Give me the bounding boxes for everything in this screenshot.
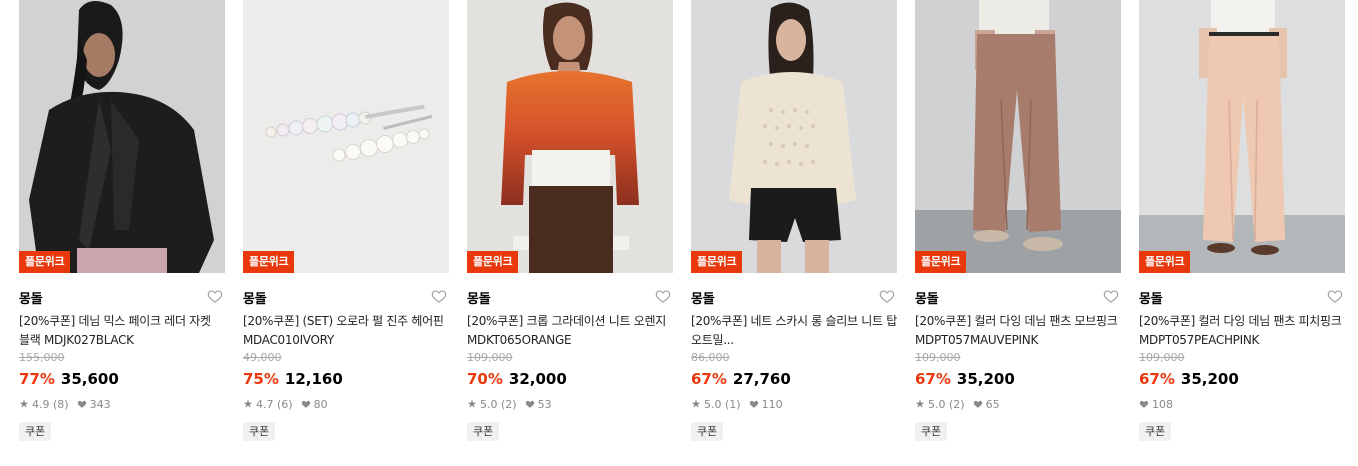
- discount-rate: 75%: [243, 370, 279, 388]
- original-price: 49,000: [243, 351, 282, 364]
- promo-badge: 폴문위크: [19, 251, 71, 273]
- like-count: 65: [985, 397, 1000, 411]
- original-price: 86,000: [691, 351, 730, 364]
- heart-outline-icon[interactable]: [879, 288, 895, 304]
- sale-price: 12,160: [284, 370, 343, 388]
- heart-filled-icon: [301, 400, 310, 408]
- product-name[interactable]: [20%쿠폰] 데님 믹스 페이크 레더 자켓 블랙 MDJK027BLACK: [19, 312, 225, 350]
- product-name[interactable]: [20%쿠폰] (SET) 오로라 펄 진주 헤어핀 MDAC010IVORY: [243, 312, 449, 350]
- brand-name[interactable]: 몽돌: [1139, 288, 1163, 307]
- like-count: 110: [761, 397, 783, 411]
- star-icon: [915, 399, 925, 408]
- brand-name[interactable]: 몽돌: [243, 288, 267, 307]
- heart-outline-icon[interactable]: [431, 288, 447, 304]
- heart-filled-icon: [77, 400, 86, 408]
- review-count: (6): [277, 397, 293, 411]
- coupon-chip: 쿠폰: [691, 422, 724, 441]
- promo-badge: 폴문위크: [467, 251, 519, 273]
- product-image[interactable]: 폴문위크: [243, 0, 449, 273]
- rating-value: 4.9: [32, 397, 50, 411]
- heart-outline-icon[interactable]: [1103, 288, 1119, 304]
- product-card[interactable]: 폴문위크 몽돌 [20%쿠폰] 네트 스카시 롱 슬리브 니트 탑 오트밀...…: [691, 0, 897, 441]
- brand-name[interactable]: 몽돌: [691, 288, 715, 307]
- coupon-chip: 쿠폰: [915, 422, 948, 441]
- review-count: (2): [949, 397, 965, 411]
- product-card[interactable]: 폴문위크 몽돌 [20%쿠폰] 크롭 그라데이션 니트 오렌지 MDKT065O…: [467, 0, 673, 441]
- star-icon: [19, 399, 29, 408]
- sale-price: 35,600: [60, 370, 119, 388]
- discount-rate: 70%: [467, 370, 503, 388]
- coupon-chip: 쿠폰: [19, 422, 52, 441]
- star-icon: [467, 399, 477, 408]
- star-icon: [243, 399, 253, 408]
- product-card[interactable]: 폴문위크 몽돌 [20%쿠폰] 데님 믹스 페이크 레더 자켓 블랙 MDJK0…: [19, 0, 225, 441]
- heart-filled-icon: [1139, 400, 1149, 408]
- promo-badge: 폴문위크: [243, 251, 295, 273]
- original-price: 109,000: [467, 351, 513, 364]
- coupon-chip: 쿠폰: [243, 422, 276, 441]
- heart-outline-icon[interactable]: [207, 288, 223, 304]
- promo-badge: 폴문위크: [1139, 251, 1191, 273]
- product-name[interactable]: [20%쿠폰] 네트 스카시 롱 슬리브 니트 탑 오트밀...: [691, 312, 897, 350]
- product-image[interactable]: 폴문위크: [19, 0, 225, 273]
- brand-name[interactable]: 몽돌: [19, 288, 43, 307]
- sale-price: 32,000: [508, 370, 567, 388]
- original-price: 109,000: [1139, 351, 1185, 364]
- product-card[interactable]: 폴문위크 몽돌 [20%쿠폰] (SET) 오로라 펄 진주 헤어핀 MDAC0…: [243, 0, 449, 441]
- sale-price: 35,200: [956, 370, 1015, 388]
- product-card[interactable]: 폴문위크 몽돌 [20%쿠폰] 컬러 다잉 데님 팬츠 모브핑크 MDPT057…: [915, 0, 1121, 441]
- sale-price: 27,760: [732, 370, 791, 388]
- sale-price: 35,200: [1180, 370, 1239, 388]
- heart-outline-icon[interactable]: [655, 288, 671, 304]
- product-name[interactable]: [20%쿠폰] 컬러 다잉 데님 팬츠 피치핑크 MDPT057PEACHPIN…: [1139, 312, 1345, 350]
- like-count: 108: [1152, 397, 1173, 411]
- brand-name[interactable]: 몽돌: [915, 288, 939, 307]
- star-icon: [691, 399, 701, 408]
- product-card[interactable]: 폴문위크 몽돌 [20%쿠폰] 컬러 다잉 데님 팬츠 피치핑크 MDPT057…: [1139, 0, 1345, 441]
- product-image[interactable]: 폴문위크: [691, 0, 897, 273]
- rating-value: 5.0: [480, 397, 498, 411]
- brand-name[interactable]: 몽돌: [467, 288, 491, 307]
- heart-filled-icon: [973, 400, 982, 408]
- discount-rate: 67%: [915, 370, 951, 388]
- review-count: (8): [53, 397, 69, 411]
- promo-badge: 폴문위크: [915, 251, 967, 273]
- heart-filled-icon: [525, 400, 534, 408]
- rating-value: 4.7: [256, 397, 274, 411]
- promo-badge: 폴문위크: [691, 251, 743, 273]
- product-image[interactable]: 폴문위크: [1139, 0, 1345, 273]
- heart-filled-icon: [749, 400, 758, 408]
- review-count: (2): [501, 397, 517, 411]
- review-count: (1): [725, 397, 741, 411]
- like-count: 80: [313, 397, 328, 411]
- coupon-chip: 쿠폰: [467, 422, 500, 441]
- discount-rate: 67%: [1139, 370, 1175, 388]
- discount-rate: 77%: [19, 370, 55, 388]
- rating-value: 5.0: [928, 397, 946, 411]
- like-count: 53: [537, 397, 552, 411]
- like-count: 343: [89, 397, 111, 411]
- original-price: 109,000: [915, 351, 961, 364]
- product-image[interactable]: 폴문위크: [915, 0, 1121, 273]
- original-price: 155,000: [19, 351, 65, 364]
- product-image[interactable]: 폴문위크: [467, 0, 673, 273]
- heart-outline-icon[interactable]: [1327, 288, 1343, 304]
- discount-rate: 67%: [691, 370, 727, 388]
- coupon-chip: 쿠폰: [1139, 422, 1172, 441]
- product-name[interactable]: [20%쿠폰] 컬러 다잉 데님 팬츠 모브핑크 MDPT057MAUVEPIN…: [915, 312, 1121, 350]
- product-name[interactable]: [20%쿠폰] 크롭 그라데이션 니트 오렌지 MDKT065ORANGE: [467, 312, 673, 350]
- product-grid: 폴문위크 몽돌 [20%쿠폰] 데님 믹스 페이크 레더 자켓 블랙 MDJK0…: [0, 0, 1358, 466]
- rating-value: 5.0: [704, 397, 722, 411]
